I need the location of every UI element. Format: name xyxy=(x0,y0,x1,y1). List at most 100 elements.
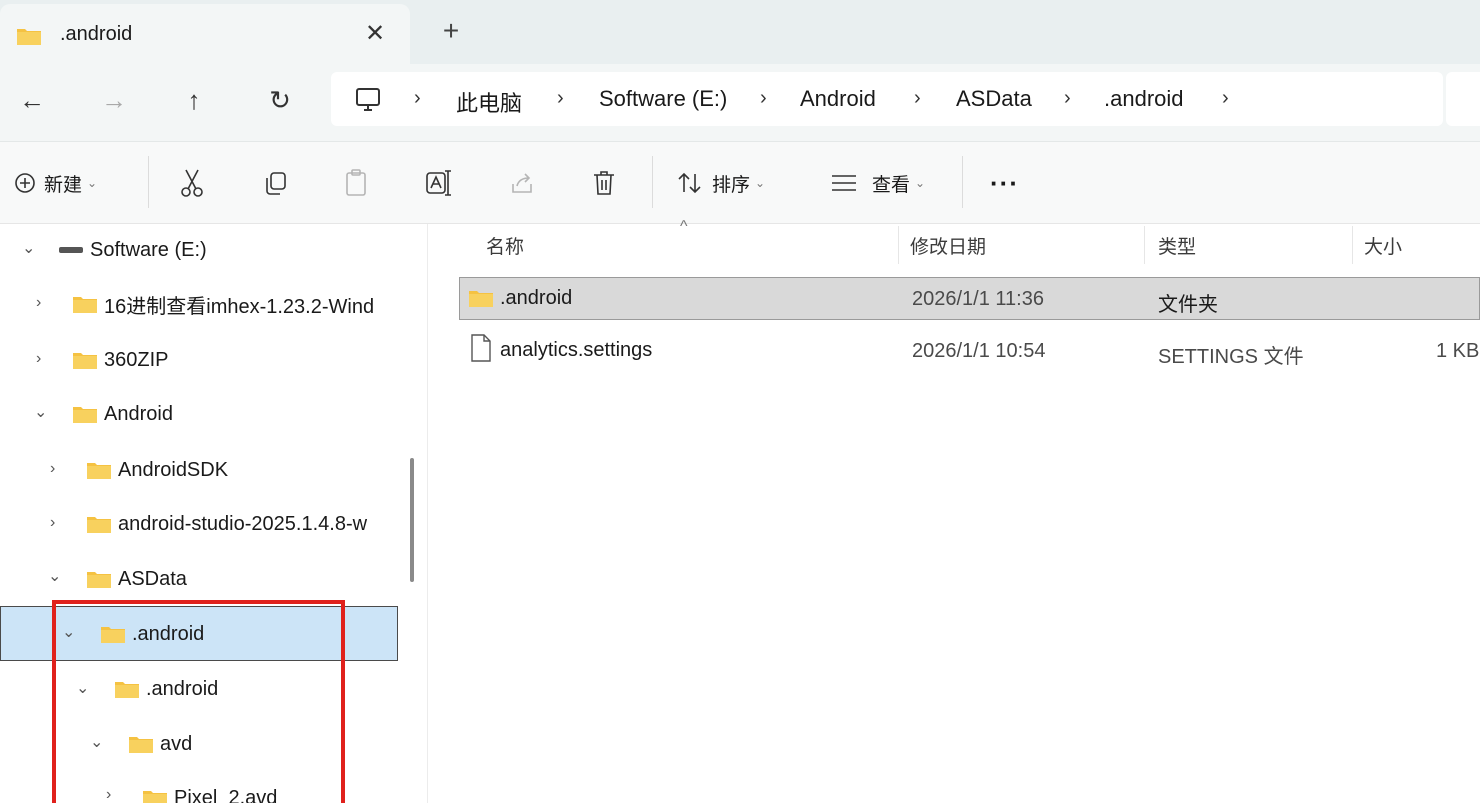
more-options-button[interactable]: ··· xyxy=(990,163,1019,203)
breadcrumb-separator[interactable]: › xyxy=(557,87,564,110)
tree-item-label: Pixel_2.avd xyxy=(174,786,278,803)
tree-item-360zip[interactable]: 360ZIP xyxy=(72,338,168,382)
column-header-name[interactable]: 名称 xyxy=(486,232,524,259)
sidebar-scrollbar[interactable] xyxy=(410,458,414,582)
view-label: 查看 xyxy=(872,174,911,196)
file-icon xyxy=(471,334,491,362)
expand-arrow-icon[interactable]: ⌄ xyxy=(76,678,89,698)
tree-item-software-e[interactable]: Software (E:) xyxy=(58,228,207,272)
breadcrumb-separator[interactable]: › xyxy=(1222,87,1229,110)
breadcrumb-separator[interactable]: › xyxy=(1064,87,1071,110)
column-header-modified[interactable]: 修改日期 xyxy=(910,232,986,259)
folder-icon xyxy=(143,791,167,803)
paste-icon xyxy=(346,169,366,196)
breadcrumb-software-e[interactable]: Software (E:) xyxy=(599,86,727,112)
column-header-type[interactable]: 类型 xyxy=(1158,232,1196,259)
rename-button[interactable] xyxy=(424,163,454,203)
column-divider[interactable] xyxy=(1352,226,1353,264)
chevron-down-icon: ⌄ xyxy=(755,176,766,190)
tree-item-dot-android-selected[interactable]: .android xyxy=(100,612,204,656)
up-button[interactable]: ↑ xyxy=(176,82,212,118)
chevron-right-icon[interactable]: › xyxy=(106,786,111,803)
breadcrumb-android[interactable]: Android xyxy=(800,86,876,112)
column-header-size[interactable]: 大小 xyxy=(1364,232,1402,259)
tree-item-android-studio[interactable]: android-studio-2025.1.4.8-w xyxy=(86,502,367,546)
tree-item-asdata[interactable]: ASData xyxy=(86,557,187,601)
tree-item-label: .android xyxy=(146,677,219,700)
chevron-right-icon[interactable]: › xyxy=(50,460,55,478)
divider xyxy=(652,156,653,208)
breadcrumb-separator[interactable]: › xyxy=(414,87,421,110)
folder-icon xyxy=(469,291,493,307)
file-name[interactable]: .android xyxy=(500,287,572,310)
chevron-right-icon[interactable]: › xyxy=(50,514,55,532)
tree-item-pixel-2-avd[interactable]: Pixel_2.avd xyxy=(142,776,277,803)
file-type: SETTINGS 文件 xyxy=(1158,346,1304,368)
folder-icon xyxy=(73,353,97,369)
breadcrumb-separator[interactable]: › xyxy=(914,87,921,110)
copy-button[interactable] xyxy=(262,163,290,203)
sort-label: 排序 xyxy=(712,174,751,196)
expand-arrow-icon[interactable]: ⌄ xyxy=(22,238,35,258)
tree-item-label: AndroidSDK xyxy=(118,458,229,481)
navigation-bar: ← → ↑ ↻ xyxy=(0,64,1480,142)
plus-circle-icon xyxy=(15,173,35,193)
refresh-button[interactable]: ↻ xyxy=(262,82,298,118)
rename-icon xyxy=(426,170,451,196)
divider xyxy=(962,156,963,208)
breadcrumb-separator[interactable]: › xyxy=(760,87,767,110)
back-button[interactable]: ← xyxy=(14,82,50,118)
breadcrumb-this-pc[interactable]: 此电脑 xyxy=(456,86,522,118)
chevron-right-icon[interactable]: › xyxy=(36,350,41,368)
expand-arrow-icon[interactable]: ⌄ xyxy=(62,622,75,642)
sort-button[interactable]: 排序 ⌄ xyxy=(676,163,765,203)
file-type: 文件夹 xyxy=(1158,294,1218,316)
file-modified: 2026/1/1 11:36 xyxy=(912,288,1044,310)
file-name[interactable]: analytics.settings xyxy=(500,339,652,362)
new-label: 新建 xyxy=(44,174,83,196)
folder-icon xyxy=(115,682,139,698)
trash-icon xyxy=(594,171,614,195)
expand-arrow-icon[interactable]: ⌄ xyxy=(48,566,61,586)
computer-icon[interactable] xyxy=(354,86,382,114)
expand-arrow-icon[interactable]: ⌄ xyxy=(90,732,103,752)
tree-item-android[interactable]: Android xyxy=(72,392,173,436)
new-tab-button[interactable]: + xyxy=(436,14,466,48)
file-size: 1 KB xyxy=(1436,340,1480,362)
divider xyxy=(148,156,149,208)
chevron-right-icon[interactable]: › xyxy=(36,294,41,312)
close-icon[interactable]: ✕ xyxy=(362,18,388,50)
folder-icon xyxy=(129,737,153,753)
view-button[interactable]: 查看 ⌄ xyxy=(830,163,925,203)
column-divider[interactable] xyxy=(1144,226,1145,264)
tree-item-label: ASData xyxy=(118,567,187,590)
delete-button[interactable] xyxy=(590,163,618,203)
chevron-down-icon: ⌄ xyxy=(87,176,98,190)
tree-item-imhex[interactable]: 16进制查看imhex-1.23.2-Wind xyxy=(72,282,374,326)
tab-title: .android xyxy=(60,23,133,45)
tree-item-label: avd xyxy=(160,732,193,755)
expand-arrow-icon[interactable]: ⌄ xyxy=(34,402,47,422)
folder-icon xyxy=(101,627,125,643)
tree-item-androidsdk[interactable]: AndroidSDK xyxy=(86,448,228,492)
tree-item-label: android-studio-2025.1.4.8-w xyxy=(118,512,368,535)
forward-button[interactable]: → xyxy=(96,82,132,118)
column-divider[interactable] xyxy=(898,226,899,264)
file-modified: 2026/1/1 10:54 xyxy=(912,340,1046,362)
chevron-down-icon: ⌄ xyxy=(915,176,926,190)
copy-icon xyxy=(266,172,286,195)
sort-ascending-icon: ^ xyxy=(680,218,688,235)
share-icon xyxy=(512,173,532,193)
tree-item-avd[interactable]: avd xyxy=(128,722,192,766)
paste-button[interactable] xyxy=(342,163,370,203)
breadcrumb-dot-android[interactable]: .android xyxy=(1104,86,1184,112)
share-button[interactable] xyxy=(508,163,536,203)
search-box-edge[interactable] xyxy=(1446,72,1480,126)
breadcrumb-asdata[interactable]: ASData xyxy=(956,86,1032,112)
new-button[interactable]: 新建 ⌄ xyxy=(14,163,97,203)
tree-item-label: Android xyxy=(104,402,173,425)
cut-button[interactable] xyxy=(178,163,206,203)
tab-android[interactable]: .android ✕ xyxy=(0,4,410,64)
folder-icon xyxy=(87,572,111,588)
tree-item-dot-android-nested[interactable]: .android xyxy=(114,667,218,711)
